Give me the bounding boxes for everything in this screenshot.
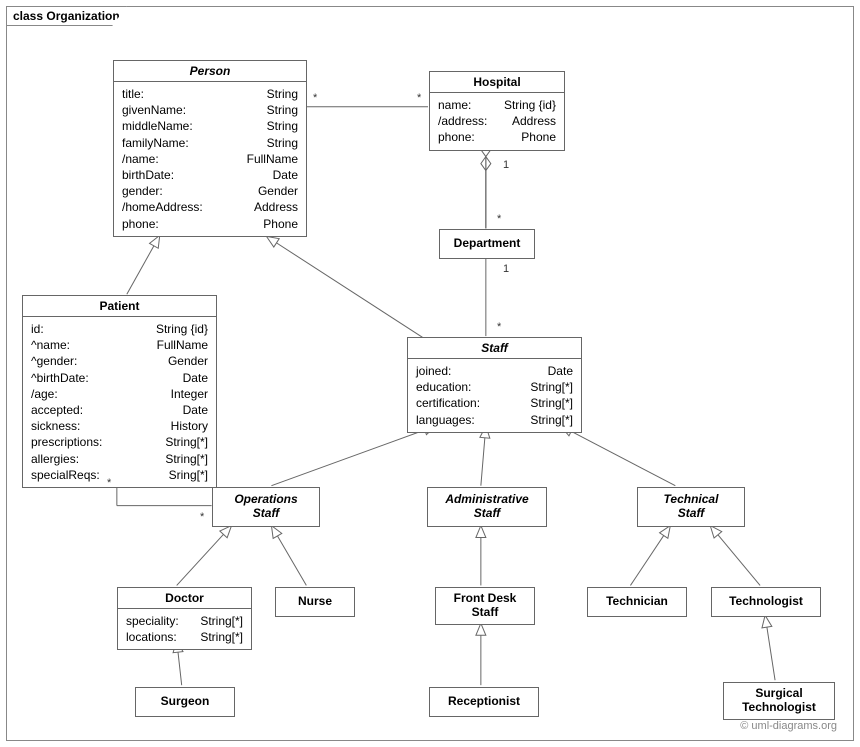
class-technologist-title: Technologist: [712, 588, 820, 611]
mult-patient-ops-right: *: [200, 511, 204, 523]
diagram-frame: class Organization: [0, 0, 860, 747]
outer-border: class Organization: [6, 6, 854, 741]
class-technician: Technician: [587, 587, 687, 617]
mult-patient-ops-left: *: [107, 477, 111, 489]
class-nurse: Nurse: [275, 587, 355, 617]
frame-label: class Organization: [6, 6, 127, 26]
class-doctor-body: speciality:String[*] locations:String[*]: [118, 609, 251, 649]
class-nurse-title: Nurse: [276, 588, 354, 611]
mult-person-hospital-right: *: [417, 92, 421, 104]
class-surgeon-title: Surgeon: [136, 688, 234, 711]
class-doctor-title: Doctor: [118, 588, 251, 609]
class-receptionist-title: Receptionist: [430, 688, 538, 711]
class-administrative-staff: Administrative Staff: [427, 487, 547, 527]
mult-person-hospital-left: *: [313, 92, 317, 104]
class-hospital: Hospital name:String {id} /address:Addre…: [429, 71, 565, 151]
class-operations-staff: Operations Staff: [212, 487, 320, 527]
class-person: Person title:String givenName:String mid…: [113, 60, 307, 237]
class-surgical-technologist-title: Surgical Technologist: [724, 683, 834, 717]
class-doctor: Doctor speciality:String[*] locations:St…: [117, 587, 252, 650]
mult-hospital-dept-top: 1: [503, 159, 509, 171]
class-staff: Staff joined:Date education:String[*] ce…: [407, 337, 582, 433]
class-department-title: Department: [440, 230, 534, 253]
class-technician-title: Technician: [588, 588, 686, 611]
class-surgeon: Surgeon: [135, 687, 235, 717]
class-person-body: title:String givenName:String middleName…: [114, 82, 306, 236]
class-surgical-technologist: Surgical Technologist: [723, 682, 835, 720]
mult-dept-staff-top: 1: [503, 263, 509, 275]
class-front-desk-staff: Front Desk Staff: [435, 587, 535, 625]
class-technical-staff: Technical Staff: [637, 487, 745, 527]
class-receptionist: Receptionist: [429, 687, 539, 717]
class-patient: Patient id:String {id} ^name:FullName ^g…: [22, 295, 217, 488]
class-hospital-title: Hospital: [430, 72, 564, 93]
class-technical-staff-title: Technical Staff: [638, 488, 744, 524]
class-technologist: Technologist: [711, 587, 821, 617]
class-patient-title: Patient: [23, 296, 216, 317]
class-staff-title: Staff: [408, 338, 581, 359]
class-operations-staff-title: Operations Staff: [213, 488, 319, 524]
class-hospital-body: name:String {id} /address:Address phone:…: [430, 93, 564, 150]
mult-dept-staff-bot: *: [497, 321, 501, 333]
class-front-desk-staff-title: Front Desk Staff: [436, 588, 534, 622]
watermark: © uml-diagrams.org: [740, 720, 837, 732]
class-administrative-staff-title: Administrative Staff: [428, 488, 546, 524]
mult-hospital-dept-bot: *: [497, 213, 501, 225]
class-staff-body: joined:Date education:String[*] certific…: [408, 359, 581, 432]
class-patient-body: id:String {id} ^name:FullName ^gender:Ge…: [23, 317, 216, 487]
class-person-title: Person: [114, 61, 306, 82]
class-department: Department: [439, 229, 535, 259]
